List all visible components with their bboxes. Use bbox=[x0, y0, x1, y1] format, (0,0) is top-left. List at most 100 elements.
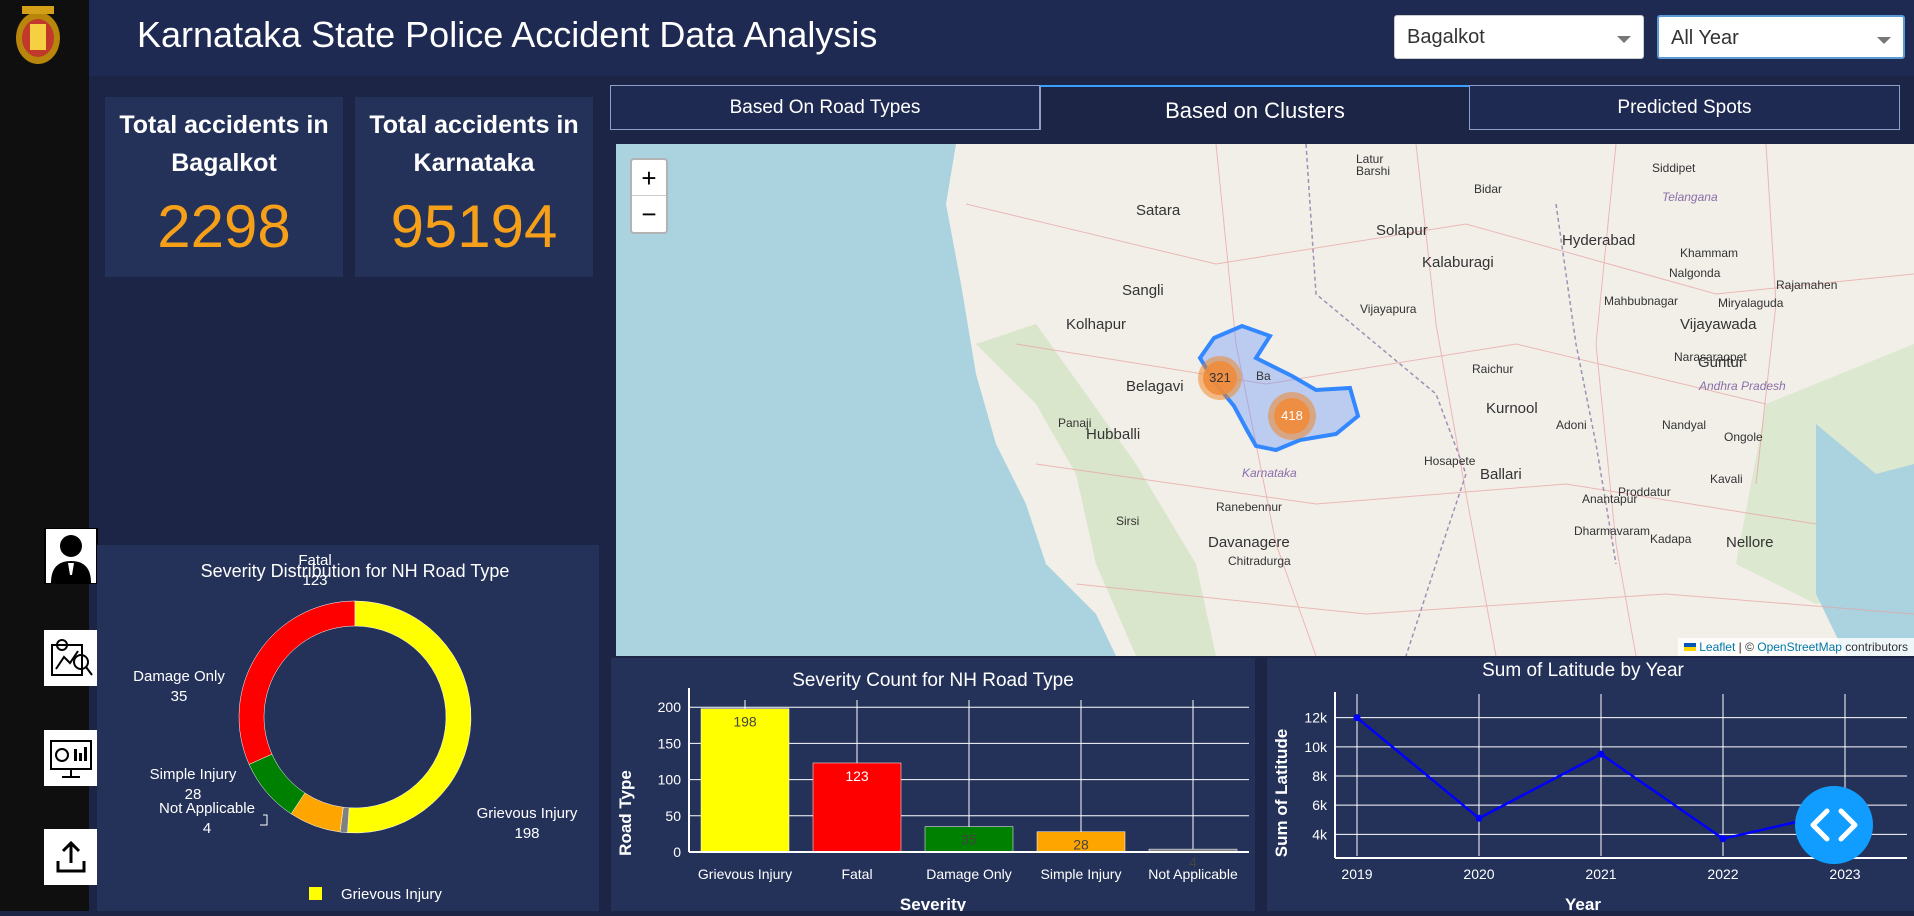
map-place-label: Rajamahen bbox=[1776, 278, 1838, 292]
map-place-label: Ba bbox=[1256, 369, 1271, 383]
map-place-label: Sangli bbox=[1122, 282, 1164, 299]
donut-label: Damage Only bbox=[133, 668, 225, 685]
chevron-down-icon bbox=[1617, 36, 1631, 43]
map-place-label: Vijayawada bbox=[1680, 316, 1757, 333]
code-toggle-button[interactable] bbox=[1795, 786, 1873, 864]
map-place-label: Nellore bbox=[1726, 534, 1774, 551]
upload-button[interactable] bbox=[44, 829, 98, 885]
dashboard-button[interactable] bbox=[44, 730, 98, 786]
chart-title: Severity Count for NH Road Type bbox=[792, 670, 1074, 691]
x-axis-label: Year bbox=[1565, 895, 1601, 911]
data-point[interactable] bbox=[1597, 750, 1605, 758]
map-place-label: Sirsi bbox=[1116, 514, 1140, 528]
map-place-label: Dharmavaram bbox=[1574, 524, 1651, 538]
map-tiles[interactable] bbox=[616, 144, 1914, 656]
map-place-label: Belagavi bbox=[1126, 378, 1184, 395]
chart-title: Sum of Latitude by Year bbox=[1482, 660, 1684, 681]
data-point[interactable] bbox=[1719, 835, 1727, 843]
sidebar bbox=[0, 0, 98, 911]
bar-value-label: 35 bbox=[961, 832, 977, 848]
map-place-label: Hyderabad bbox=[1562, 232, 1636, 249]
y-axis-label: Road Type bbox=[616, 770, 635, 856]
zoom-out-button[interactable]: − bbox=[632, 196, 666, 232]
map-place-label: Hosapete bbox=[1424, 454, 1476, 468]
map-place-label: Karnataka bbox=[1242, 466, 1297, 480]
user-profile-button[interactable] bbox=[44, 528, 98, 584]
card-title: Total accidents in Bagalkot bbox=[119, 111, 329, 177]
x-tick-label: 2023 bbox=[1829, 866, 1860, 882]
view-tabs: Based On Road Types Based on Clusters Pr… bbox=[610, 85, 1900, 132]
analytics-map-button[interactable] bbox=[44, 630, 98, 686]
y-tick-label: 200 bbox=[658, 699, 682, 715]
ukraine-flag-icon bbox=[1683, 643, 1696, 651]
accident-cluster-map[interactable]: Latur Barshi Siddipet Bidar Telangana Satara S… bbox=[616, 144, 1914, 656]
zoom-in-button[interactable]: + bbox=[632, 160, 666, 196]
donut-label: Grievous Injury bbox=[477, 805, 578, 822]
latitude-line-panel: Sum of Latitude by Year Year Sum of Lati… bbox=[1267, 658, 1914, 914]
x-tick-label: 2021 bbox=[1585, 866, 1616, 882]
code-brackets-icon bbox=[1810, 808, 1858, 842]
y-tick-label: 50 bbox=[665, 808, 681, 824]
map-place-label: Ongole bbox=[1724, 430, 1763, 444]
severity-donut-chart: Severity Distribution for NH Road Type F… bbox=[133, 552, 578, 903]
x-tick-label: Grievous Injury bbox=[698, 866, 792, 882]
map-place-label: Ranebennur bbox=[1216, 500, 1283, 514]
cluster-count: 321 bbox=[1203, 361, 1237, 395]
donut-label: Simple Injury bbox=[150, 766, 237, 783]
severity-bar-panel: Severity Count for NH Road Type Severity… bbox=[611, 658, 1255, 914]
x-tick-label: Not Applicable bbox=[1148, 866, 1238, 882]
cluster-marker[interactable]: 321 bbox=[1198, 356, 1242, 400]
user-icon bbox=[46, 529, 96, 583]
tab-predicted-spots[interactable]: Predicted Spots bbox=[1469, 85, 1900, 130]
year-select-value: All Year bbox=[1671, 27, 1739, 49]
donut-label: Not Applicable bbox=[159, 800, 255, 817]
x-tick-label: Damage Only bbox=[926, 866, 1012, 882]
tab-road-types[interactable]: Based On Road Types bbox=[610, 85, 1040, 130]
data-point[interactable] bbox=[1475, 814, 1483, 822]
donut-value-label: 198 bbox=[514, 825, 539, 842]
map-place-label: Kalaburagi bbox=[1422, 254, 1494, 271]
map-place-label: Anantapur bbox=[1582, 492, 1638, 506]
y-tick-label: 8k bbox=[1312, 768, 1328, 784]
map-place-label: Miryalaguda bbox=[1718, 296, 1784, 310]
bar-grievous-injury[interactable] bbox=[700, 708, 790, 853]
page-title: Karnataka State Police Accident Data Ana… bbox=[137, 14, 878, 55]
police-emblem-logo bbox=[8, 2, 68, 68]
donut-slice-fatal[interactable] bbox=[238, 600, 356, 765]
leaflet-link[interactable]: Leaflet bbox=[1699, 640, 1735, 654]
y-tick-label: 10k bbox=[1304, 739, 1328, 755]
dashboard-monitor-icon bbox=[50, 740, 92, 778]
y-tick-label: 150 bbox=[658, 735, 682, 751]
map-search-icon bbox=[51, 639, 93, 676]
donut-label: Fatal bbox=[298, 552, 331, 569]
map-place-label: Kadapa bbox=[1650, 532, 1692, 546]
legend-label[interactable]: Grievous Injury bbox=[341, 886, 442, 903]
donut-slice-grievous-injury[interactable] bbox=[347, 600, 472, 834]
map-place-label: Siddipet bbox=[1652, 161, 1696, 175]
x-axis-label: Severity bbox=[900, 895, 967, 911]
card-title: Total accidents in Karnataka bbox=[369, 111, 579, 177]
year-select[interactable]: All Year bbox=[1657, 15, 1905, 59]
bar-value-label: 198 bbox=[733, 714, 757, 730]
cluster-marker[interactable]: 418 bbox=[1268, 392, 1316, 440]
leader-line bbox=[260, 814, 268, 826]
state-accidents-value: 95194 bbox=[390, 193, 558, 260]
map-place-label: Hubballi bbox=[1086, 426, 1141, 443]
map-place-label: Adoni bbox=[1556, 418, 1587, 432]
district-accidents-value: 2298 bbox=[157, 193, 291, 260]
x-tick-label: 2019 bbox=[1341, 866, 1372, 882]
donut-slice-damage-only[interactable] bbox=[248, 753, 306, 815]
map-place-label: Telangana bbox=[1662, 190, 1718, 204]
map-place-label: Ballari bbox=[1480, 466, 1522, 483]
donut-value-label: 123 bbox=[302, 572, 327, 589]
district-select[interactable]: Bagalkot bbox=[1394, 15, 1644, 59]
osm-link[interactable]: OpenStreetMap bbox=[1757, 640, 1842, 654]
map-place-label: Mahbubnagar bbox=[1604, 294, 1679, 308]
chart-title: Severity Distribution for NH Road Type bbox=[201, 561, 510, 581]
y-tick-label: 6k bbox=[1312, 797, 1328, 813]
data-point[interactable] bbox=[1353, 714, 1361, 722]
tab-clusters[interactable]: Based on Clusters bbox=[1040, 85, 1470, 130]
donut-value-label: 4 bbox=[203, 820, 211, 837]
y-tick-label: 0 bbox=[673, 844, 681, 860]
map-place-label: Khammam bbox=[1680, 246, 1739, 260]
